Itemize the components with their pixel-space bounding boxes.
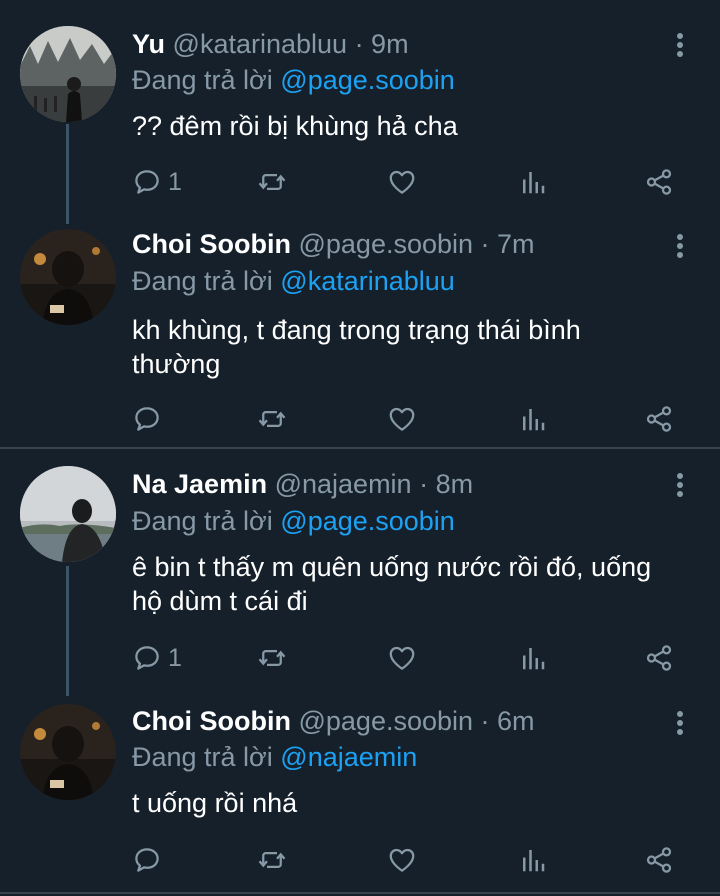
avatar[interactable]	[20, 466, 116, 562]
divider	[0, 447, 720, 449]
reply-mention[interactable]: @katarinabluu	[280, 266, 455, 296]
like-button[interactable]	[387, 399, 417, 439]
share-button[interactable]	[644, 638, 674, 678]
retweet-icon	[257, 845, 287, 875]
replying-label: Đang trả lời	[132, 506, 273, 536]
timestamp[interactable]: · 8m	[419, 469, 473, 499]
like-icon	[387, 643, 417, 673]
tweet-header: Na Jaemin @najaemin · 8m	[132, 467, 650, 501]
tweet-text: kh khùng, t đang trong trạng thái bình t…	[132, 315, 581, 379]
action-bar	[132, 840, 692, 880]
reply-count: 1	[168, 643, 182, 672]
handle[interactable]: @page.soobin	[298, 229, 473, 259]
display-name[interactable]: Yu	[132, 29, 165, 59]
more-icon[interactable]	[670, 708, 690, 738]
timestamp[interactable]: · 6m	[481, 706, 535, 736]
reply-icon	[132, 167, 162, 197]
tweet[interactable]: Choi Soobin @page.soobin · 6m Đang trả l…	[0, 700, 720, 896]
reply-button[interactable]: 1	[132, 162, 182, 202]
handle[interactable]: @najaemin	[275, 469, 412, 499]
action-bar: 1	[132, 638, 692, 678]
analytics-button[interactable]	[518, 399, 548, 439]
retweet-button[interactable]	[257, 840, 287, 880]
share-icon	[644, 404, 674, 434]
display-name[interactable]: Na Jaemin	[132, 469, 267, 499]
share-button[interactable]	[644, 162, 674, 202]
tweet-text: t uống rồi nhá	[132, 788, 298, 818]
tweet[interactable]: Na Jaemin @najaemin · 8m Đang trả lời @p…	[0, 450, 720, 700]
retweet-button[interactable]	[257, 638, 287, 678]
analytics-button[interactable]	[518, 840, 548, 880]
like-button[interactable]	[387, 162, 417, 202]
reply-icon	[132, 404, 162, 434]
reply-count: 1	[168, 167, 182, 196]
replying-to: Đang trả lời @najaemin	[132, 740, 417, 774]
like-icon	[387, 845, 417, 875]
handle[interactable]: @katarinabluu	[173, 29, 348, 59]
tweet-header: Yu @katarinabluu · 9m	[132, 27, 650, 61]
share-icon	[644, 643, 674, 673]
share-button[interactable]	[644, 399, 674, 439]
share-icon	[644, 167, 674, 197]
divider	[0, 892, 720, 894]
more-icon[interactable]	[670, 231, 690, 261]
retweet-button[interactable]	[257, 162, 287, 202]
avatar[interactable]	[20, 26, 116, 122]
like-button[interactable]	[387, 638, 417, 678]
like-icon	[387, 404, 417, 434]
handle[interactable]: @page.soobin	[298, 706, 473, 736]
tweet-text: ê bin t thấy m quên uống nước rồi đó, uố…	[132, 552, 652, 616]
retweet-icon	[257, 643, 287, 673]
retweet-icon	[257, 404, 287, 434]
reply-icon	[132, 845, 162, 875]
replying-label: Đang trả lời	[132, 266, 273, 296]
timestamp[interactable]: · 7m	[481, 229, 535, 259]
reply-mention[interactable]: @page.soobin	[280, 506, 455, 536]
display-name[interactable]: Choi Soobin	[132, 229, 291, 259]
more-icon[interactable]	[670, 470, 690, 500]
tweet-text: ?? đêm rồi bị khùng hả cha	[132, 111, 458, 141]
more-icon[interactable]	[670, 30, 690, 60]
analytics-icon	[518, 167, 548, 197]
display-name[interactable]: Choi Soobin	[132, 706, 291, 736]
share-button[interactable]	[644, 840, 674, 880]
analytics-icon	[518, 404, 548, 434]
analytics-button[interactable]	[518, 162, 548, 202]
reply-button[interactable]	[132, 399, 168, 439]
replying-label: Đang trả lời	[132, 742, 273, 772]
like-icon	[387, 167, 417, 197]
action-bar	[132, 399, 692, 439]
tweet[interactable]: Choi Soobin @page.soobin · 7m Đang trả l…	[0, 225, 720, 447]
reply-icon	[132, 643, 162, 673]
tweet-header: Choi Soobin @page.soobin · 7m	[132, 227, 650, 261]
reply-mention[interactable]: @najaemin	[280, 742, 417, 772]
replying-label: Đang trả lời	[132, 65, 273, 95]
like-button[interactable]	[387, 840, 417, 880]
timestamp[interactable]: · 9m	[355, 29, 409, 59]
analytics-icon	[518, 845, 548, 875]
analytics-icon	[518, 643, 548, 673]
replying-to: Đang trả lời @page.soobin	[132, 504, 455, 538]
tweet-header: Choi Soobin @page.soobin · 6m	[132, 704, 650, 738]
replying-to: Đang trả lời @page.soobin	[132, 63, 455, 97]
action-bar: 1	[132, 162, 692, 202]
retweet-button[interactable]	[257, 399, 287, 439]
reply-button[interactable]	[132, 840, 168, 880]
avatar[interactable]	[20, 229, 116, 325]
replying-to: Đang trả lời @katarinabluu	[132, 264, 455, 298]
analytics-button[interactable]	[518, 638, 548, 678]
reply-button[interactable]: 1	[132, 638, 182, 678]
share-icon	[644, 845, 674, 875]
retweet-icon	[257, 167, 287, 197]
tweet[interactable]: Yu @katarinabluu · 9m Đang trả lời @page…	[0, 0, 720, 225]
avatar[interactable]	[20, 704, 116, 800]
reply-mention[interactable]: @page.soobin	[280, 65, 455, 95]
